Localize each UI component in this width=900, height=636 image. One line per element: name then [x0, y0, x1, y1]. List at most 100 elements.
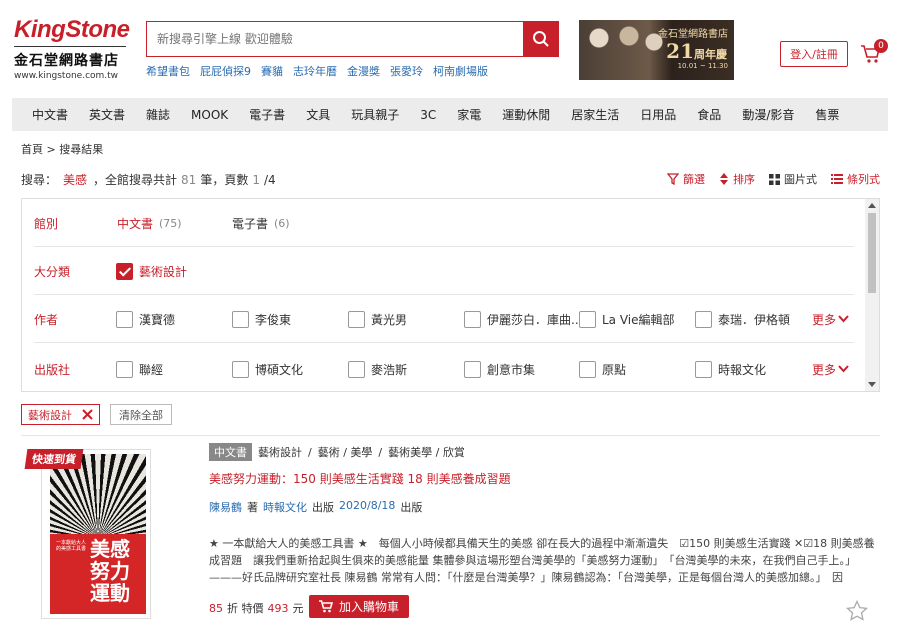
author-option[interactable]: La Vie編輯部 [579, 310, 675, 328]
anniversary-banner[interactable]: 金石堂網路書店 21周年慶 10.01 ~ 11.30 [579, 20, 734, 80]
result-pages: /4 [263, 173, 276, 187]
result-unit: 筆，頁數 [200, 173, 249, 187]
checkbox[interactable] [695, 360, 712, 378]
scroll-thumb[interactable] [868, 213, 876, 293]
active-filter-chip[interactable]: 藝術設計 [21, 404, 100, 425]
author-option[interactable]: 泰瑞．伊格頓 [695, 310, 790, 328]
nav-item[interactable]: 玩具親子 [351, 106, 399, 123]
checkbox[interactable] [348, 360, 365, 378]
publisher-option[interactable]: 創意市集 [464, 360, 536, 378]
publisher-option[interactable]: 聯經 [116, 360, 164, 378]
author-more-button[interactable]: 更多 [812, 311, 849, 328]
add-to-cart-button[interactable]: 加入購物車 [309, 595, 410, 618]
category-link[interactable]: 藝術設計 [258, 444, 302, 460]
list-view-toggle[interactable]: 條列式 [831, 171, 880, 187]
fast-delivery-badge: 快速到貨 [24, 449, 84, 469]
library-option-ebook[interactable]: 電子書 (6) [232, 215, 290, 232]
kingstone-logo[interactable]: KingStone 金石堂網路書店 www.kingstone.com.tw [14, 18, 130, 81]
nav-item[interactable]: 雜誌 [146, 106, 170, 123]
nav-item[interactable]: 電子書 [249, 106, 285, 123]
nav-item[interactable]: 食品 [697, 106, 721, 123]
checkbox[interactable] [695, 310, 712, 328]
product-price: 85 折 特價 493 元 [209, 600, 304, 616]
clear-all-button[interactable]: 清除全部 [110, 404, 172, 425]
hot-keyword[interactable]: 柯南劇場版 [433, 63, 488, 79]
author-option[interactable]: 伊麗莎白．庫曲... [464, 310, 582, 328]
search-input[interactable] [147, 22, 523, 56]
book-cover[interactable]: 一本獻給大人的美感工具書 美感努力運動 [41, 449, 151, 619]
checkbox[interactable] [579, 310, 596, 328]
checkbox[interactable] [116, 360, 133, 378]
author-option[interactable]: 李俊東 [232, 310, 291, 328]
search-icon [532, 31, 549, 47]
nav-item[interactable]: 日用品 [640, 106, 676, 123]
category-option[interactable]: 藝術設計 [116, 262, 187, 280]
nav-item[interactable]: 英文書 [89, 106, 125, 123]
result-tools: 篩選 排序 圖片式 條列式 [667, 171, 880, 187]
category-link[interactable]: 藝術 / 美學 [318, 444, 373, 460]
search-button[interactable] [523, 22, 558, 56]
favorite-star-icon[interactable] [846, 600, 868, 622]
nav-item[interactable]: 運動休閒 [502, 106, 550, 123]
checkbox[interactable] [464, 310, 481, 328]
nav-item[interactable]: 動漫/影音 [742, 106, 794, 123]
hot-keyword[interactable]: 金漫獎 [347, 63, 380, 79]
checkbox-checked[interactable] [116, 262, 133, 280]
filter-toggle[interactable]: 篩選 [667, 171, 705, 187]
active-filter-label: 藝術設計 [28, 408, 72, 422]
close-icon[interactable] [82, 409, 93, 420]
checkbox[interactable] [464, 360, 481, 378]
category-nav: 中文書 英文書 雜誌 MOOK 電子書 文具 玩具親子 3C 家電 運動休閒 居家生活 日用品 食品 動漫… [12, 98, 888, 131]
publisher-option[interactable]: 麥浩斯 [348, 360, 407, 378]
author-label: 作者 [34, 312, 59, 327]
publisher-more-button[interactable]: 更多 [812, 361, 849, 378]
publisher-option-label: 聯經 [139, 362, 164, 377]
checkbox[interactable] [348, 310, 365, 328]
sort-icon [720, 173, 728, 185]
publisher-option[interactable]: 博碩文化 [232, 360, 304, 378]
author-option[interactable]: 漢寶德 [116, 310, 175, 328]
publisher-option-label: 創意市集 [487, 362, 536, 377]
publisher-option-label: 博碩文化 [255, 362, 304, 377]
checkbox[interactable] [232, 310, 249, 328]
filter-panel: 館別 中文書 (75) 電子書 (6) 大分類 藝術設計 作者 更多 漢寶德 李俊… [21, 198, 880, 392]
hot-keyword[interactable]: 賽貓 [261, 63, 283, 79]
nav-item[interactable]: MOOK [191, 108, 228, 122]
discount-value: 85 [209, 601, 223, 615]
checkbox[interactable] [116, 310, 133, 328]
discount-unit: 折 特價 [227, 602, 264, 615]
grid-view-toggle[interactable]: 圖片式 [769, 171, 817, 187]
checkbox[interactable] [579, 360, 596, 378]
author-option[interactable]: 黃光男 [348, 310, 407, 328]
login-button[interactable]: 登入/註冊 [780, 41, 848, 67]
filter-label: 篩選 [683, 173, 705, 186]
checkbox[interactable] [232, 360, 249, 378]
author-link[interactable]: 陳易鶴 [209, 499, 242, 515]
nav-item[interactable]: 3C [420, 108, 436, 122]
sort-toggle[interactable]: 排序 [719, 171, 755, 187]
list-icon [831, 174, 843, 184]
hot-keyword[interactable]: 希望書包 [146, 63, 190, 79]
scroll-up-arrow[interactable] [868, 203, 876, 208]
category-link[interactable]: 藝術美學 / 欣賞 [388, 444, 465, 460]
hot-keyword[interactable]: 屁屁偵探9 [200, 63, 251, 79]
scroll-down-arrow[interactable] [868, 382, 876, 387]
product-title[interactable]: 美感努力運動：150 則美感生活實踐 18 則美感養成習題 [209, 470, 879, 487]
hot-keyword[interactable]: 張愛玲 [390, 63, 423, 79]
nav-item[interactable]: 中文書 [32, 106, 68, 123]
nav-item[interactable]: 售票 [815, 106, 839, 123]
nav-item[interactable]: 居家生活 [571, 106, 619, 123]
header: KingStone 金石堂網路書店 www.kingstone.com.tw 希… [0, 0, 900, 96]
hot-keyword[interactable]: 志玲年曆 [293, 63, 337, 79]
nav-item[interactable]: 文具 [306, 106, 330, 123]
banner-dates: 10.01 ~ 11.30 [677, 62, 728, 70]
publisher-option[interactable]: 原點 [579, 360, 626, 378]
publisher-link[interactable]: 時報文化 [263, 499, 307, 515]
library-count: (75) [159, 216, 182, 230]
publisher-option[interactable]: 時報文化 [695, 360, 766, 378]
cart-icon [319, 600, 333, 613]
nav-item[interactable]: 家電 [457, 106, 481, 123]
library-label: 館別 [34, 216, 59, 231]
filter-scrollbar[interactable] [865, 199, 879, 391]
library-option-chinese[interactable]: 中文書 (75) [117, 215, 182, 232]
